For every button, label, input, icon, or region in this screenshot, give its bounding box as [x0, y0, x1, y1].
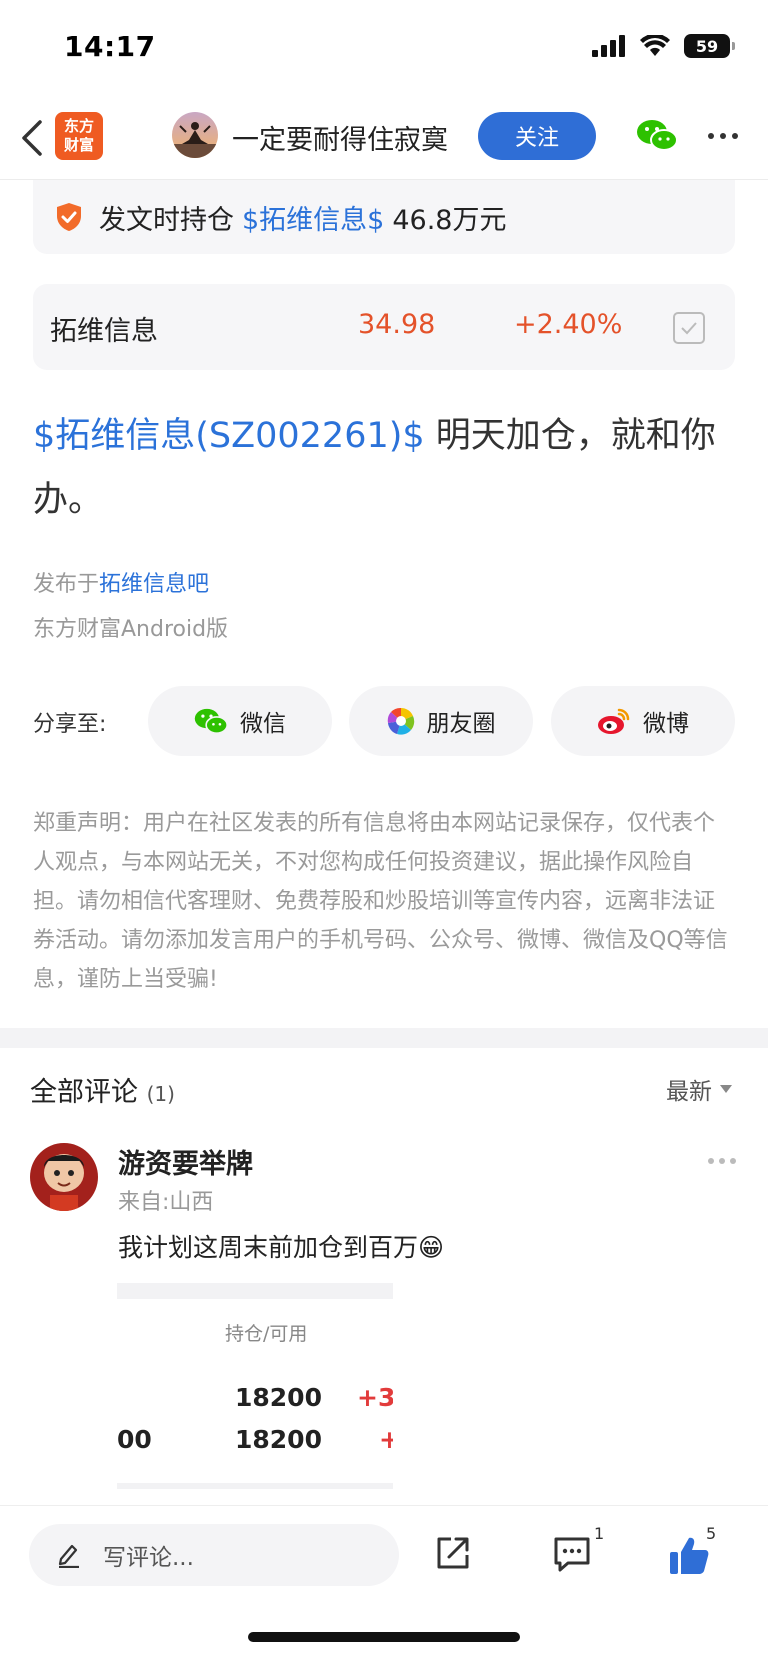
share-moments-label: 朋友圈	[426, 711, 496, 737]
publish-prefix: 发布于	[33, 572, 100, 597]
wechat-icon	[194, 708, 228, 734]
forum-link[interactable]: 拓维信息吧	[99, 572, 209, 597]
comment-image[interactable]: 持仓/可用 18200 +3 00 18200 +	[117, 1283, 393, 1489]
shield-icon	[57, 203, 81, 231]
watchlist-checkbox[interactable]	[673, 312, 705, 344]
quote-change: +2.40%	[514, 309, 623, 340]
check-icon	[681, 322, 697, 335]
share-moments-button[interactable]: 朋友圈	[349, 686, 533, 756]
status-time: 14:17	[64, 30, 156, 63]
weibo-icon	[598, 708, 630, 734]
author-avatar[interactable]	[172, 112, 218, 158]
comments-title-text: 全部评论	[30, 1077, 138, 1108]
logo-text-line1: 东方	[63, 117, 94, 135]
sort-dropdown[interactable]: 最新	[666, 1072, 732, 1106]
wechat-share-icon[interactable]	[636, 118, 678, 152]
wifi-icon	[640, 35, 670, 56]
nav-bar: 东方 财富 一定要耐得住寂寞 关注	[0, 96, 768, 180]
comment-text: 我计划这周末前加仓到百万😁	[118, 1233, 445, 1262]
moments-icon	[387, 707, 414, 735]
commenter-name[interactable]: 游资要举牌	[118, 1142, 253, 1181]
logo-text-line2: 财富	[63, 136, 94, 154]
author-name[interactable]: 一定要耐得住寂寞	[232, 118, 448, 157]
share-wechat-label: 微信	[240, 711, 286, 737]
post-body: $拓维信息(SZ002261)$ 明天加仓，就和你办。	[33, 404, 735, 532]
more-menu-icon[interactable]	[708, 133, 738, 139]
status-icons: 59	[592, 34, 735, 58]
comment-input[interactable]: 写评论...	[29, 1524, 399, 1586]
home-indicator	[248, 1632, 520, 1642]
image-row2-value: 18200	[235, 1425, 322, 1454]
like-thumbs-up-icon[interactable]	[668, 1534, 710, 1576]
follow-button[interactable]: 关注	[478, 112, 596, 160]
share-out-icon[interactable]	[434, 1534, 472, 1572]
share-wechat-button[interactable]: 微信	[148, 686, 332, 756]
meditation-avatar-icon	[172, 112, 218, 158]
post-stock-link[interactable]: $拓维信息(SZ002261)$	[33, 416, 425, 456]
cartoon-avatar-icon	[30, 1143, 98, 1211]
client-info: 东方财富Android版	[33, 617, 229, 642]
comment-placeholder: 写评论...	[103, 1545, 194, 1571]
comment-count-badge: 1	[594, 1524, 605, 1543]
image-header: 持仓/可用	[225, 1323, 308, 1345]
image-top-strip	[117, 1283, 393, 1299]
status-bar: 14:17 59	[0, 0, 768, 96]
image-row1-value: 18200	[235, 1383, 322, 1412]
holding-stock-link[interactable]: $拓维信息$	[242, 198, 384, 237]
holding-amount: 46.8万元	[392, 204, 507, 236]
commenter-avatar[interactable]	[30, 1143, 98, 1211]
comments-count: (1)	[146, 1082, 175, 1106]
battery-icon: 59	[684, 34, 735, 58]
share-weibo-button[interactable]: 微博	[551, 686, 735, 756]
like-count-badge: 5	[706, 1524, 717, 1543]
image-row1-change: +3	[357, 1383, 393, 1412]
comment-more-icon[interactable]	[708, 1158, 736, 1164]
share-label: 分享至:	[33, 712, 107, 737]
back-arrow-icon[interactable]	[18, 116, 48, 160]
holding-card: 发文时持仓 $拓维信息$ 46.8万元	[33, 180, 735, 254]
quote-price: 34.98	[358, 309, 436, 340]
app-logo[interactable]: 东方 财富	[55, 112, 103, 160]
comments-title: 全部评论 (1)	[30, 1070, 175, 1109]
image-row2-change: +	[379, 1425, 393, 1454]
share-weibo-label: 微博	[643, 711, 689, 737]
image-row2-left: 00	[117, 1425, 152, 1454]
disclaimer-text: 郑重声明：用户在社区发表的所有信息将由本网站记录保存，仅代表个人观点，与本网站无…	[33, 811, 728, 992]
sort-label: 最新	[666, 1079, 712, 1105]
dropdown-triangle-icon	[720, 1085, 732, 1093]
stock-quote-card[interactable]: 拓维信息 34.98 +2.40%	[33, 284, 735, 370]
pencil-icon	[58, 1544, 79, 1568]
image-bottom-strip	[117, 1483, 393, 1489]
publish-info: 发布于拓维信息吧	[33, 566, 209, 598]
signal-icon	[592, 35, 625, 57]
section-divider	[0, 1028, 768, 1048]
comment-icon[interactable]	[552, 1534, 592, 1574]
quote-stock-name: 拓维信息	[50, 316, 158, 347]
holding-prefix: 发文时持仓	[99, 204, 234, 236]
commenter-location: 来自:山西	[118, 1190, 214, 1215]
